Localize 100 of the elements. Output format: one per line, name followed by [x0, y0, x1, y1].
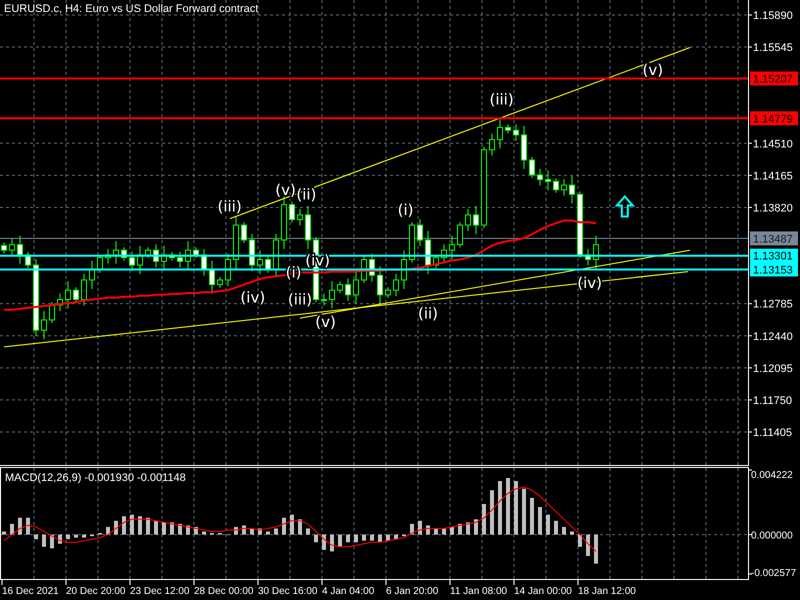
- time-axis-label: 30 Dec 16:00: [258, 586, 318, 597]
- candlestick: [169, 251, 175, 262]
- candlestick: [433, 254, 439, 269]
- histogram-bar: [282, 518, 286, 535]
- histogram-bar: [202, 532, 206, 535]
- candlestick: [529, 156, 535, 178]
- candlestick: [201, 248, 207, 276]
- candlestick: [65, 280, 71, 309]
- candlestick: [593, 235, 599, 269]
- histogram-bar: [434, 528, 438, 535]
- histogram-bar: [474, 519, 478, 535]
- indicator-title: MACD(12,26,9) -0.001930 -0.001148: [5, 472, 186, 484]
- histogram-bar: [250, 528, 254, 535]
- price-level-tag: 1.15207: [750, 71, 798, 86]
- wave-label: (v): [275, 180, 296, 199]
- wave-label: (i): [398, 201, 414, 220]
- candlestick: [121, 246, 127, 262]
- candlestick: [321, 293, 327, 306]
- time-axis-label: 14 Jan 00:00: [514, 586, 572, 597]
- histogram-bar: [298, 519, 302, 535]
- histogram-bar: [194, 526, 198, 535]
- histogram-bar: [482, 504, 486, 535]
- histogram-bar: [442, 528, 446, 535]
- candlestick: [369, 253, 375, 282]
- candlestick: [553, 178, 559, 194]
- histogram-bar: [506, 478, 510, 535]
- wave-label: (iv): [240, 288, 266, 307]
- histogram-bar: [554, 520, 558, 535]
- time-axis-label: 6 Jan 20:00: [386, 586, 438, 597]
- histogram-bar: [146, 518, 150, 535]
- candlestick: [89, 260, 95, 290]
- macd-axis-label: 0.000000: [751, 530, 793, 542]
- histogram-bar: [386, 534, 390, 541]
- histogram-bar: [26, 518, 30, 535]
- price-axis-label: 1.15890: [753, 10, 793, 22]
- histogram-bar: [258, 528, 262, 535]
- histogram-bar: [322, 534, 326, 550]
- candlestick: [225, 253, 231, 286]
- wave-label: (iii): [288, 290, 312, 308]
- histogram-bar: [34, 534, 38, 540]
- histogram-bar: [242, 525, 246, 535]
- candlestick: [177, 251, 183, 268]
- window-title: EURUSD.c, H4: Euro vs US Dollar Forward contract: [4, 3, 258, 15]
- candlestick: [401, 250, 407, 290]
- price-axis-label: 1.14510: [753, 138, 793, 150]
- histogram-bar: [82, 534, 86, 538]
- candlestick: [361, 256, 367, 284]
- candlestick: [337, 281, 343, 294]
- candlestick: [449, 235, 455, 260]
- candlestick: [9, 238, 15, 257]
- candlestick: [49, 302, 55, 324]
- histogram-bar: [498, 481, 502, 535]
- histogram-bar: [514, 481, 518, 535]
- candlestick: [81, 273, 87, 306]
- candlestick: [465, 208, 471, 232]
- histogram-bar: [594, 534, 598, 564]
- candlestick: [265, 256, 271, 274]
- histogram-bar: [10, 524, 14, 535]
- time-axis-label: 11 Jan 08:00: [450, 586, 508, 597]
- histogram-bar: [370, 534, 374, 541]
- price-level-tag: 1.13301: [750, 248, 798, 263]
- histogram-bar: [18, 518, 22, 535]
- histogram-bar: [306, 528, 310, 535]
- histogram-bar: [330, 534, 334, 552]
- price-axis-label: 1.14165: [753, 170, 793, 182]
- histogram-bar: [2, 532, 6, 535]
- candlestick: [385, 286, 391, 298]
- histogram-bar: [586, 534, 590, 556]
- candlestick: [513, 124, 519, 142]
- histogram-bar: [58, 534, 62, 544]
- macd-axis-label: 0.004222: [751, 470, 793, 481]
- histogram-bar: [290, 514, 294, 535]
- histogram-bar: [130, 514, 134, 535]
- candlestick: [57, 293, 63, 312]
- candlestick: [297, 208, 303, 226]
- candlestick: [377, 266, 383, 304]
- candlestick: [329, 280, 335, 309]
- candlestick: [281, 195, 287, 250]
- up-arrow-icon: [614, 195, 636, 218]
- candlestick: [473, 205, 479, 235]
- candlestick: [409, 222, 415, 263]
- candlestick: [129, 251, 135, 272]
- histogram-bar: [50, 534, 54, 548]
- candlestick: [185, 240, 191, 271]
- candlestick: [41, 310, 47, 340]
- time-axis-label: 16 Dec 2021: [2, 586, 59, 597]
- candlestick: [345, 278, 351, 302]
- histogram-bar: [346, 534, 350, 542]
- macd-axis-label: -0.002577: [751, 568, 796, 579]
- price-level-tag: 1.14779: [750, 111, 798, 126]
- histogram-bar: [274, 528, 278, 535]
- candlestick: [585, 248, 591, 266]
- histogram-bar: [66, 534, 70, 540]
- candlestick: [417, 218, 423, 246]
- candlestick: [17, 235, 23, 264]
- histogram-bar: [138, 516, 142, 535]
- price-axis-label: 1.15545: [753, 42, 793, 54]
- histogram-bar: [394, 534, 398, 540]
- candlestick: [25, 251, 31, 269]
- wave-label: (v): [315, 312, 336, 331]
